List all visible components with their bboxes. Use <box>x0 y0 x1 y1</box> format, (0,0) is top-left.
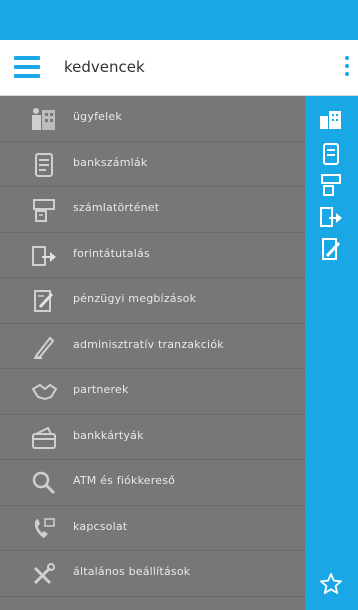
menu-item-label: partnerek <box>73 383 129 396</box>
handshake-icon <box>31 383 58 401</box>
magnifier-icon <box>32 471 56 495</box>
financial-order-icon <box>34 290 54 312</box>
hamburger-menu-icon[interactable] <box>14 56 40 78</box>
building-icon[interactable] <box>319 108 343 130</box>
menu-item-ugyfelek[interactable]: ügyfelek <box>0 96 305 142</box>
overflow-menu-icon[interactable] <box>344 56 350 80</box>
document-icon <box>35 152 53 177</box>
menu-item-szamlatortenet[interactable]: számlatörténet <box>0 187 305 233</box>
menu-item-label: ATM és fiókkereső <box>73 474 176 487</box>
menu-item-atm-es-fiokkereso[interactable]: ATM és fiókkereső <box>0 460 305 506</box>
settings-tools-icon <box>33 563 55 585</box>
menu-item-penzugyi-megbizasok[interactable]: pénzügyi megbízások <box>0 278 305 324</box>
menu-item-label: forintátutalás <box>73 246 150 260</box>
app-bar-title: kedvencek <box>64 58 145 76</box>
favorites-rail <box>305 96 358 610</box>
menu-item-bankkartyak[interactable]: bankkártyák <box>0 415 305 460</box>
building-icon <box>32 108 55 130</box>
financial-order-icon[interactable] <box>319 238 343 260</box>
document-icon[interactable] <box>319 143 343 165</box>
admin-pen-icon <box>34 335 55 359</box>
menu-item-label: adminisztratív tranzakciók <box>73 337 224 351</box>
menu-item-label: általános beállítások <box>73 565 191 578</box>
menu-item-altalanos-beallitasok[interactable]: általános beállítások <box>0 551 305 597</box>
menu-item-forintatutalas[interactable]: forintátutalás <box>0 233 305 278</box>
transfer-icon <box>32 245 56 266</box>
menu-item-label: bankkártyák <box>73 428 144 442</box>
card-wallet-icon <box>32 426 56 449</box>
menu-item-label: kapcsolat <box>73 519 128 533</box>
star-icon[interactable] <box>319 572 343 596</box>
menu-item-kapcsolat[interactable]: kapcsolat <box>0 506 305 551</box>
statement-history-icon <box>33 199 55 222</box>
menu-item-adminisztrativ-tranzakciok[interactable]: adminisztratív tranzakciók <box>0 324 305 369</box>
status-bar <box>0 0 358 40</box>
statement-history-icon[interactable] <box>319 174 343 196</box>
menu-item-bankszamlak[interactable]: bankszámlák <box>0 142 305 187</box>
phone-icon <box>34 517 55 538</box>
menu-item-partnerek[interactable]: partnerek <box>0 369 305 415</box>
transfer-icon[interactable] <box>319 206 343 228</box>
menu-item-label: számlatörténet <box>73 201 160 214</box>
navigation-drawer: ügyfelek bankszámlák számlatörténet fori… <box>0 96 305 610</box>
menu-item-label: ügyfelek <box>73 110 122 123</box>
menu-item-label: bankszámlák <box>73 155 148 169</box>
menu-item-label: pénzügyi megbízások <box>73 292 197 305</box>
app-bar: kedvencek <box>0 40 358 96</box>
